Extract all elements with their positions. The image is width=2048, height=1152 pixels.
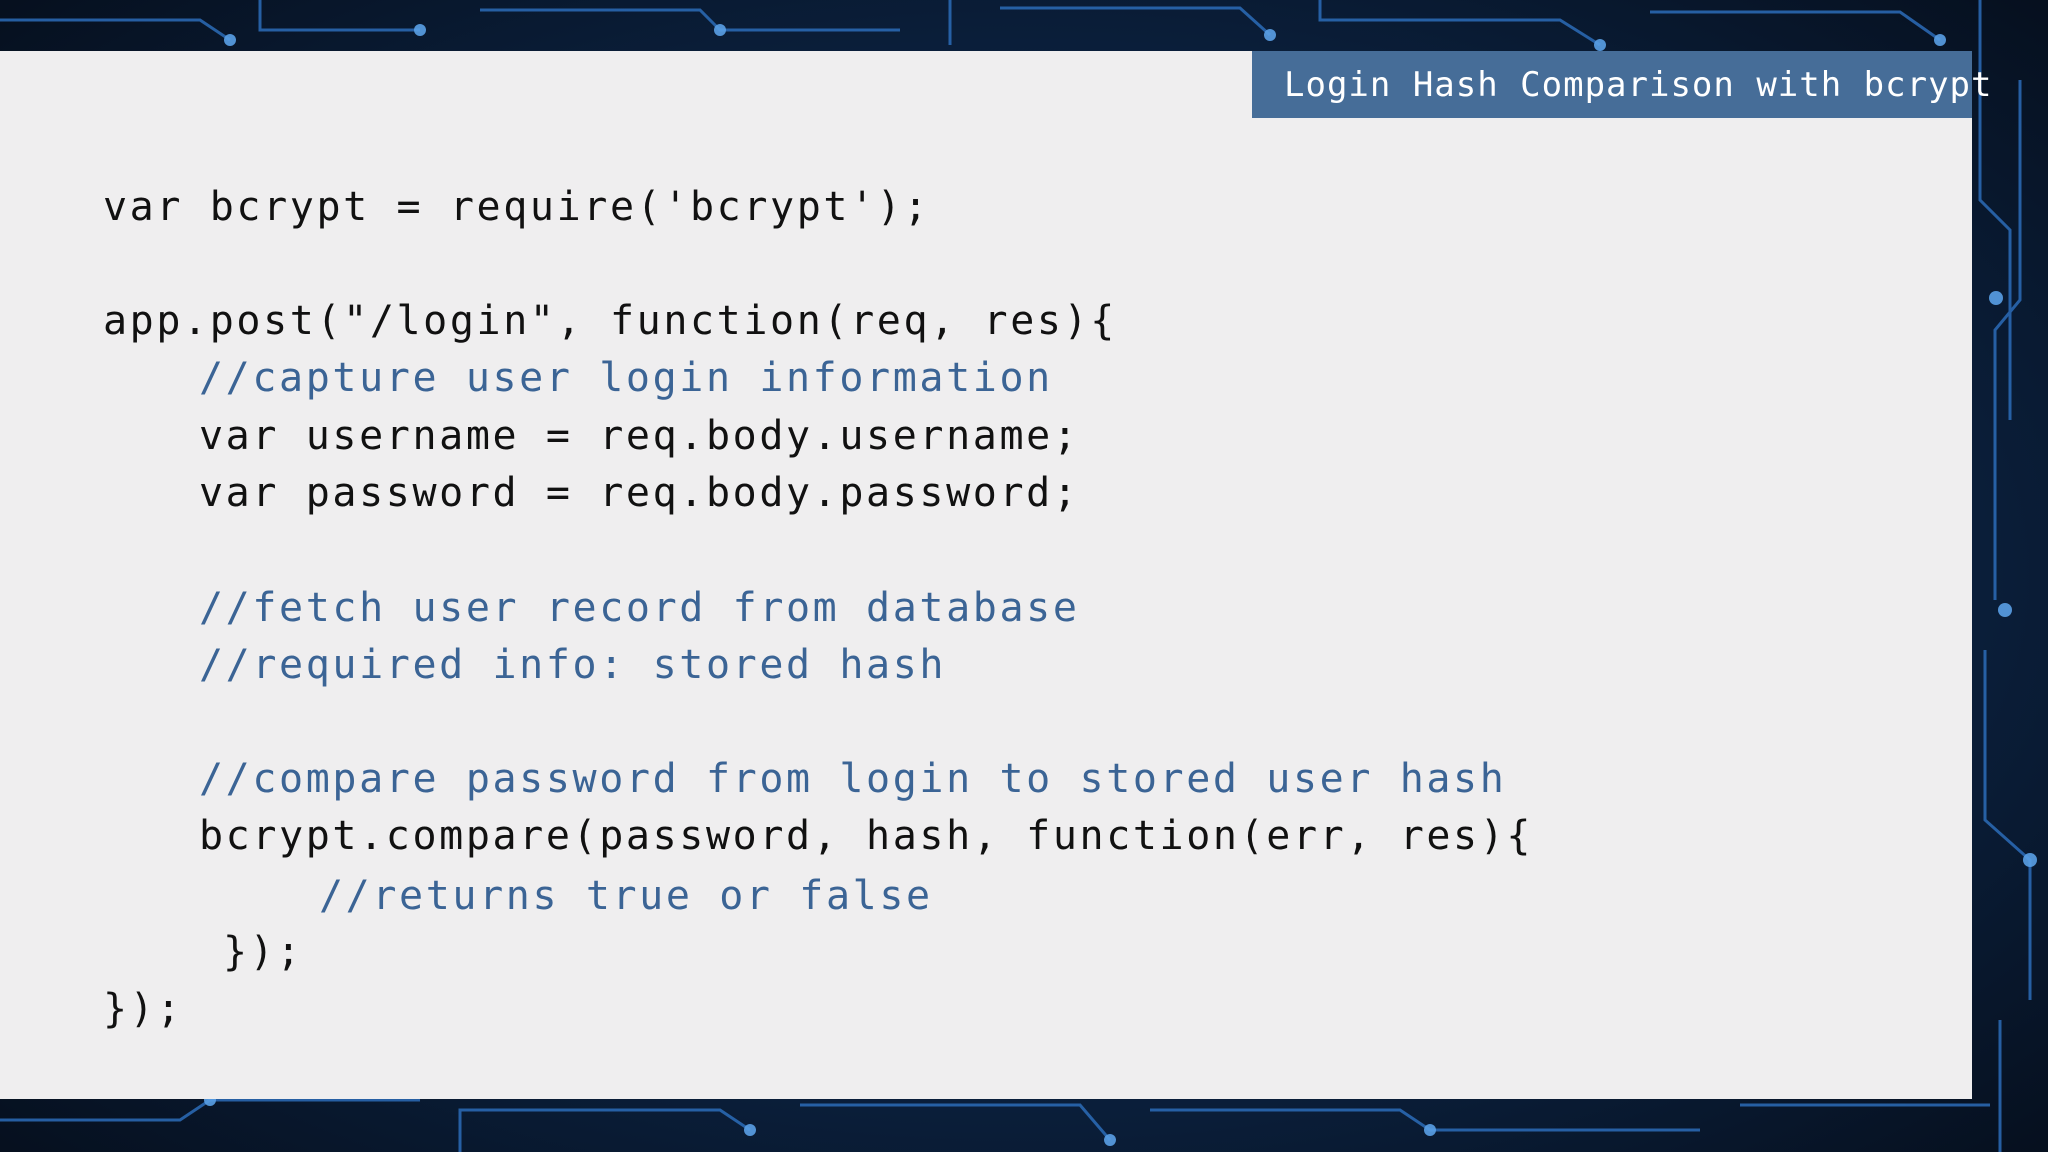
code-block: var bcrypt = require('bcrypt'); app.post…	[103, 51, 1531, 1032]
comment-fetch-record: //fetch user record from database	[199, 585, 1080, 631]
slide-title-bar: Login Hash Comparison with bcrypt	[1252, 51, 1992, 118]
slide-title: Login Hash Comparison with bcrypt	[1284, 64, 1993, 105]
code-slide-card: Login Hash Comparison with bcrypt var bc…	[0, 51, 1992, 1099]
code-line-outer-close: });	[103, 986, 184, 1032]
code-line-inner-close: });	[223, 929, 304, 975]
code-line-username: var username = req.body.username;	[199, 413, 1080, 459]
comment-required-info: //required info: stored hash	[199, 642, 947, 688]
comment-capture-login: //capture user login information	[199, 355, 1053, 401]
comment-compare-password: //compare password from login to stored …	[199, 756, 1507, 802]
code-line-bcrypt-compare: bcrypt.compare(password, hash, function(…	[199, 813, 1534, 859]
code-line-password: var password = req.body.password;	[199, 470, 1080, 516]
code-line-app-post: app.post("/login", function(req, res){	[103, 298, 1117, 344]
code-line-require: var bcrypt = require('bcrypt');	[103, 184, 931, 230]
comment-returns-bool: //returns true or false	[319, 873, 933, 919]
